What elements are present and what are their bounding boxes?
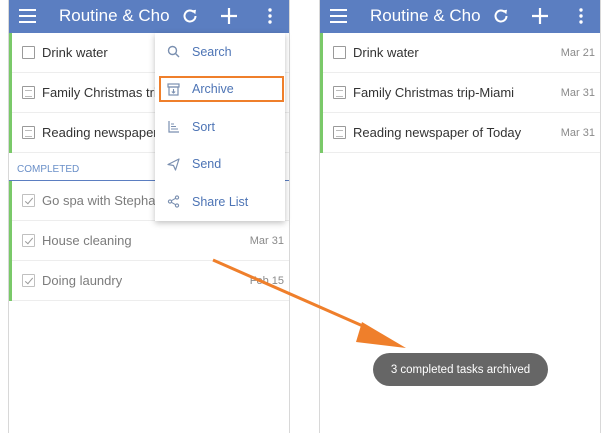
archived-toast: 3 completed tasks archived: [373, 353, 548, 386]
